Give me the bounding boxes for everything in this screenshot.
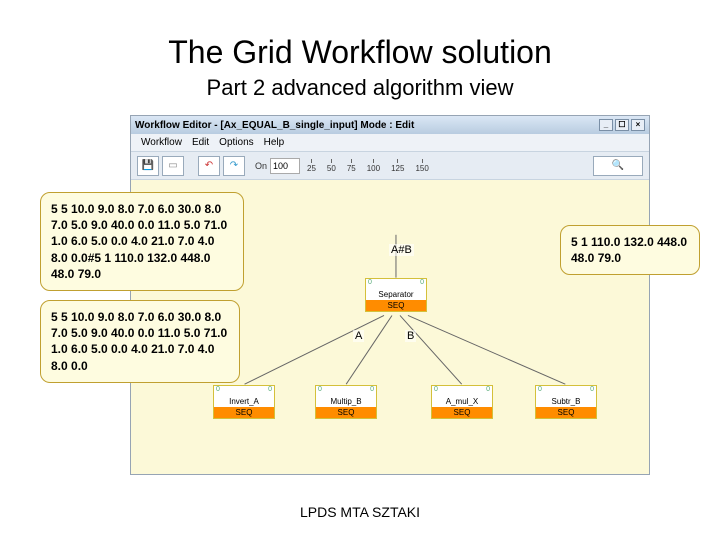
- menu-options[interactable]: Options: [215, 136, 257, 149]
- save-icon: 💾: [142, 160, 154, 171]
- window-title: Workflow Editor - [Ax_EQUAL_B_single_inp…: [135, 120, 414, 131]
- save-button[interactable]: 💾: [137, 156, 159, 176]
- callout-input-combo: 5 5 10.0 9.0 8.0 7.0 6.0 30.0 8.0 7.0 5.…: [40, 192, 244, 291]
- zoom-label: On: [255, 161, 267, 171]
- edge-label-a: A: [353, 330, 364, 342]
- node-seq: SEQ: [432, 407, 492, 418]
- callout-vector-b: 5 1 110.0 132.0 448.0 48.0 79.0: [560, 225, 700, 275]
- node-label: Invert_A: [214, 396, 274, 407]
- node-seq: SEQ: [316, 407, 376, 418]
- menu-edit[interactable]: Edit: [188, 136, 213, 149]
- redo-button[interactable]: ↷: [223, 156, 245, 176]
- search-icon: 🔍: [612, 160, 624, 171]
- callout-matrix-a: 5 5 10.0 9.0 8.0 7.0 6.0 30.0 8.0 7.0 5.…: [40, 300, 240, 383]
- workflow-editor-window: Workflow Editor - [Ax_EQUAL_B_single_inp…: [130, 115, 650, 475]
- minimize-button[interactable]: _: [599, 119, 613, 131]
- node-label: A_mul_X: [432, 396, 492, 407]
- edge-label-b: B: [405, 330, 416, 342]
- undo-button[interactable]: ↶: [198, 156, 220, 176]
- menu-workflow[interactable]: Workflow: [137, 136, 186, 149]
- node-ports: [214, 386, 274, 396]
- node-subtr-b[interactable]: Subtr_B SEQ: [535, 385, 597, 419]
- window-titlebar: Workflow Editor - [Ax_EQUAL_B_single_inp…: [131, 116, 649, 134]
- close-button[interactable]: ×: [631, 119, 645, 131]
- undo-icon: ↶: [205, 160, 213, 171]
- node-seq: SEQ: [214, 407, 274, 418]
- node-ports: [432, 386, 492, 396]
- edge-label-ab: A#B: [389, 244, 414, 256]
- node-label: Multip_B: [316, 396, 376, 407]
- node-multip-b[interactable]: Multip_B SEQ: [315, 385, 377, 419]
- ruler: 25 50 75 100 125 150: [307, 159, 429, 173]
- toolbar: 💾 ▭ ↶ ↷ On 25 50 75 100 125 150 🔍: [131, 152, 649, 180]
- node-invert-a[interactable]: Invert_A SEQ: [213, 385, 275, 419]
- menu-bar: Workflow Edit Options Help: [131, 134, 649, 152]
- footer-credit: LPDS MTA SZTAKI: [0, 504, 720, 520]
- node-label: Separator: [366, 289, 426, 300]
- search-button[interactable]: 🔍: [593, 156, 643, 176]
- zoom-input[interactable]: [270, 158, 300, 174]
- maximize-button[interactable]: ☐: [615, 119, 629, 131]
- new-button[interactable]: ▭: [162, 156, 184, 176]
- node-ports: [316, 386, 376, 396]
- node-a-mul-x[interactable]: A_mul_X SEQ: [431, 385, 493, 419]
- menu-help[interactable]: Help: [260, 136, 289, 149]
- node-seq: SEQ: [366, 300, 426, 311]
- node-ports: [536, 386, 596, 396]
- node-label: Subtr_B: [536, 396, 596, 407]
- node-separator[interactable]: Separator SEQ: [365, 278, 427, 312]
- redo-icon: ↷: [230, 160, 238, 171]
- document-icon: ▭: [168, 160, 177, 171]
- node-seq: SEQ: [536, 407, 596, 418]
- node-ports: [366, 279, 426, 289]
- slide-subtitle: Part 2 advanced algorithm view: [0, 75, 720, 101]
- slide-title: The Grid Workflow solution: [0, 0, 720, 71]
